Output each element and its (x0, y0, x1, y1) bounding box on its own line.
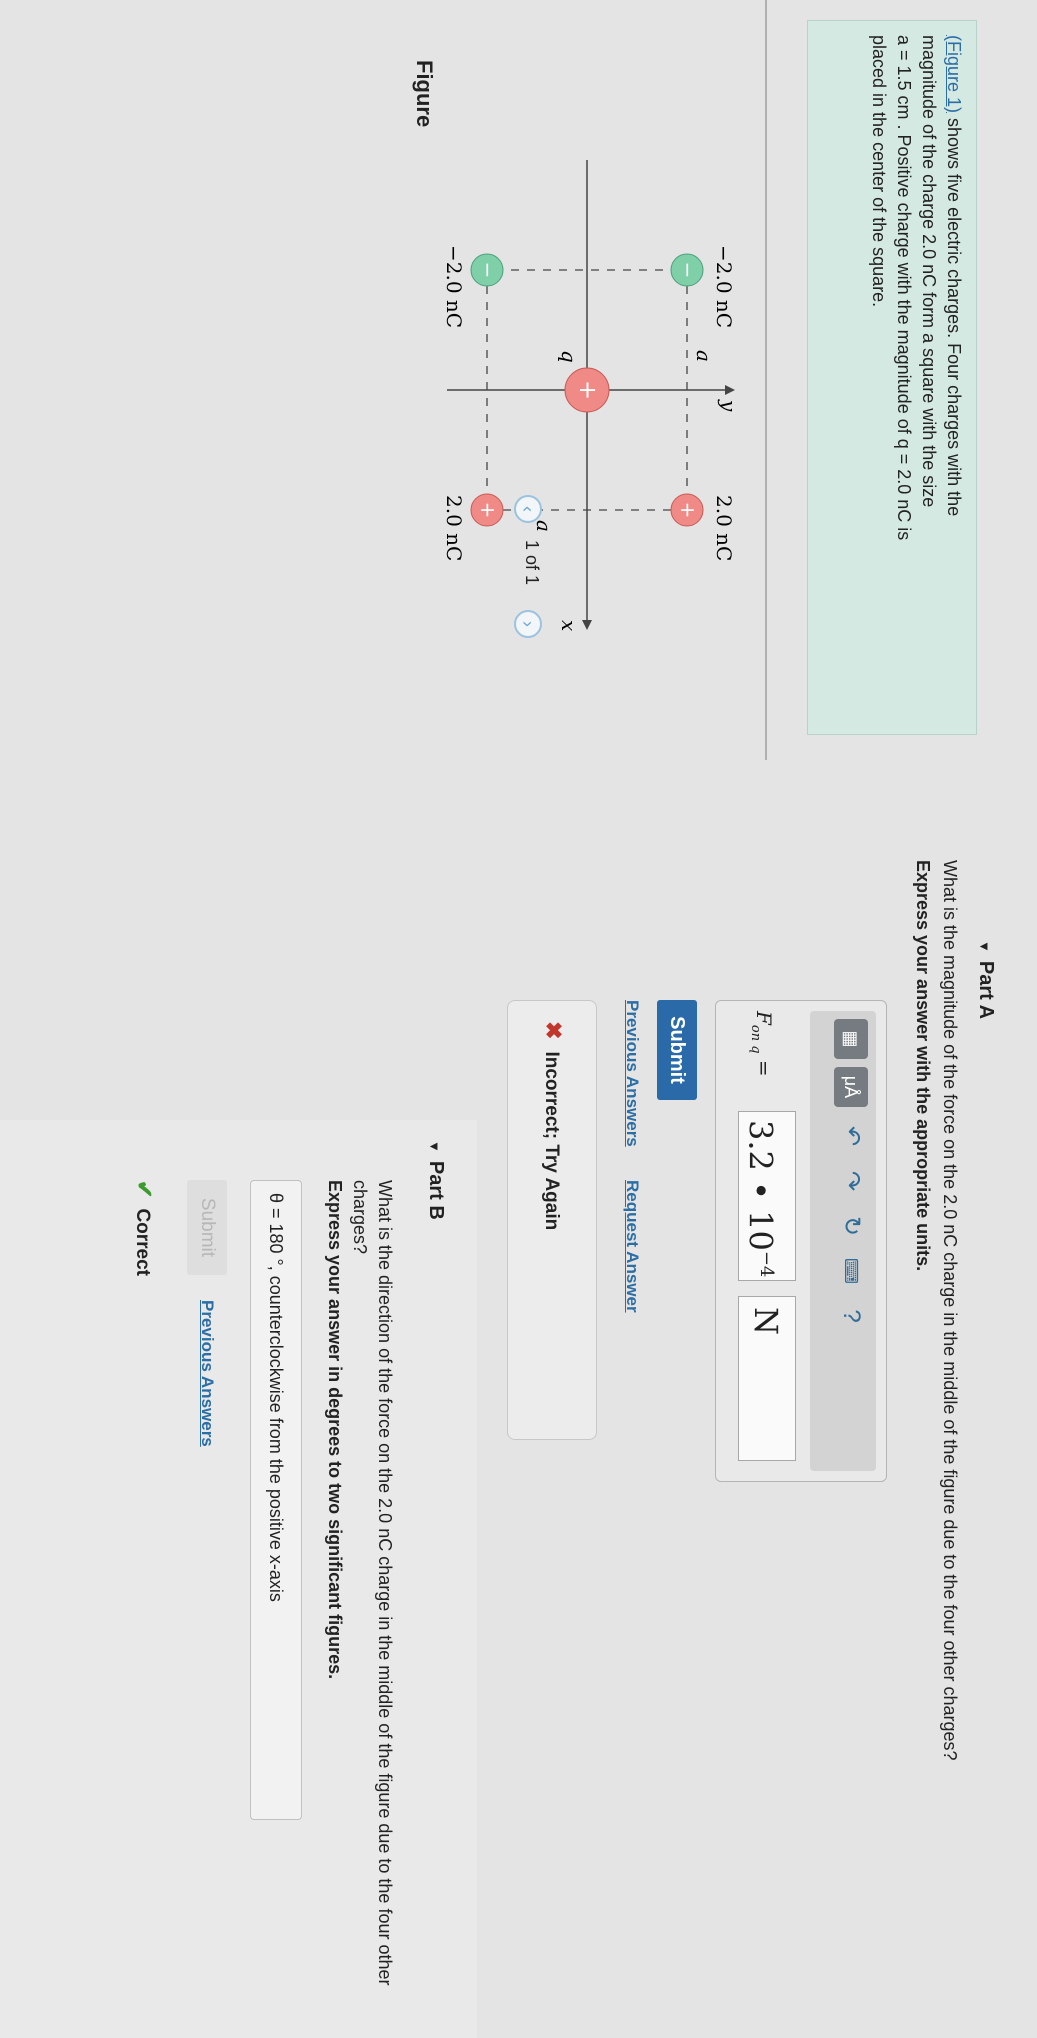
part-a-feedback-text: Incorrect; Try Again (541, 1051, 562, 1231)
part-a-feedback: ✖ Incorrect; Try Again (507, 1000, 597, 1440)
pos-sign-br: + (476, 502, 500, 519)
y-axis-arrow (725, 385, 735, 395)
units-button[interactable]: μÅ (834, 1067, 868, 1107)
part-a-title: Part A (975, 960, 997, 1020)
part-a-submit-button[interactable]: Submit (657, 1000, 697, 1100)
chevron-right-icon: › (518, 621, 538, 627)
center-label-q: q (557, 350, 581, 363)
request-answer-link[interactable]: Request Answer (622, 1180, 642, 1313)
label-charge-tl: −2.0 nC (712, 245, 736, 328)
part-b-previous-answers-link[interactable]: Previous Answers (197, 1300, 217, 1447)
keyboard-icon[interactable]: ⌨ (836, 1256, 866, 1286)
collapse-caret-icon: ▼ (977, 940, 992, 953)
prev-figure-button[interactable]: ‹ (514, 495, 542, 523)
units-input[interactable]: N (738, 1296, 796, 1461)
part-b-header[interactable]: ▼ Part B (424, 1140, 447, 1220)
answer-entry-box: ▦ μÅ ↶ ↷ ↻ ⌨ ? Fon q = 3.2 • 10−4 N (715, 1000, 887, 1482)
pos-sign-center: + (574, 380, 602, 400)
equals-sign: = (752, 1053, 776, 1077)
charges-figure: − − + + + −2.0 nC −2.0 nC 2.0 nC 2.0 nC … (442, 160, 741, 631)
part-a-question: What is the magnitude of the force on th… (940, 860, 960, 1761)
next-figure-button[interactable]: › (514, 610, 542, 638)
pos-sign-tr: + (676, 502, 700, 519)
part-b-question: What is the direction of the force on th… (350, 1180, 395, 1986)
collapse-caret-icon-b: ▼ (427, 1140, 442, 1153)
problem-statement: (Figure 1) shows five electric charges. … (807, 20, 977, 735)
rotated-page: (Figure 1) shows five electric charges. … (0, 0, 1037, 2038)
neg-sign-tl: − (676, 262, 700, 279)
value-mantissa: 3.2 • 10 (741, 1120, 780, 1251)
templates-icon[interactable]: ▦ (834, 1019, 868, 1059)
side-label-right: a (532, 520, 556, 532)
undo-icon[interactable]: ↶ (836, 1121, 866, 1151)
x-axis-label: x (557, 620, 581, 631)
value-exponent: −4 (756, 1250, 777, 1278)
part-b-title: Part B (425, 1160, 447, 1220)
section-divider (765, 0, 767, 760)
part-a-previous-answers-link[interactable]: Previous Answers (622, 1000, 642, 1147)
reset-icon[interactable]: ↻ (836, 1211, 866, 1241)
check-icon: ✔ (132, 1180, 157, 1199)
intro-line-1: shows five electric charges. Four charge… (944, 113, 964, 517)
neg-sign-bl: − (476, 262, 500, 279)
label-charge-tr: 2.0 nC (712, 495, 736, 561)
intro-line-2: magnitude of the charge 2.0 nC form a sq… (919, 35, 939, 508)
label-charge-bl: −2.0 nC (442, 245, 466, 328)
help-button[interactable]: ? (836, 1301, 866, 1331)
side-label-top: a (692, 350, 716, 362)
part-b-feedback-text: Correct (132, 1208, 153, 1277)
formula-label: Fon q = (748, 1011, 776, 1077)
value-input[interactable]: 3.2 • 10−4 (738, 1111, 796, 1281)
figure-counter: 1 of 1 (522, 540, 542, 586)
incorrect-x-icon: ✖ (541, 1021, 566, 1040)
part-b-feedback: ✔ Correct (131, 1180, 157, 1276)
x-axis-arrow (582, 620, 592, 630)
part-a-header[interactable]: ▼ Part A (974, 940, 997, 1019)
intro-line-4: placed in the center of the square. (869, 35, 889, 308)
label-charge-br: 2.0 nC (442, 495, 466, 561)
force-subscript: on q (748, 1024, 763, 1054)
figure-link[interactable]: (Figure 1) (944, 35, 964, 113)
math-toolbar: ▦ μÅ ↶ ↷ ↻ ⌨ ? (810, 1011, 876, 1471)
part-b-answer-display: θ = 180 °, counterclockwise from the pos… (250, 1180, 302, 1820)
y-axis-label: y (717, 399, 741, 412)
force-symbol: F (752, 1011, 776, 1025)
part-b-instruction: Express your answer in degrees to two si… (325, 1180, 345, 1680)
intro-line-3: a = 1.5 cm . Positive charge with the ma… (894, 35, 914, 541)
part-b-card (0, 1120, 477, 2038)
chevron-left-icon: ‹ (518, 506, 538, 512)
redo-icon[interactable]: ↷ (836, 1166, 866, 1196)
part-a-instruction: Express your answer with the appropriate… (913, 860, 933, 1272)
part-b-submit-button[interactable]: Submit (187, 1180, 227, 1275)
